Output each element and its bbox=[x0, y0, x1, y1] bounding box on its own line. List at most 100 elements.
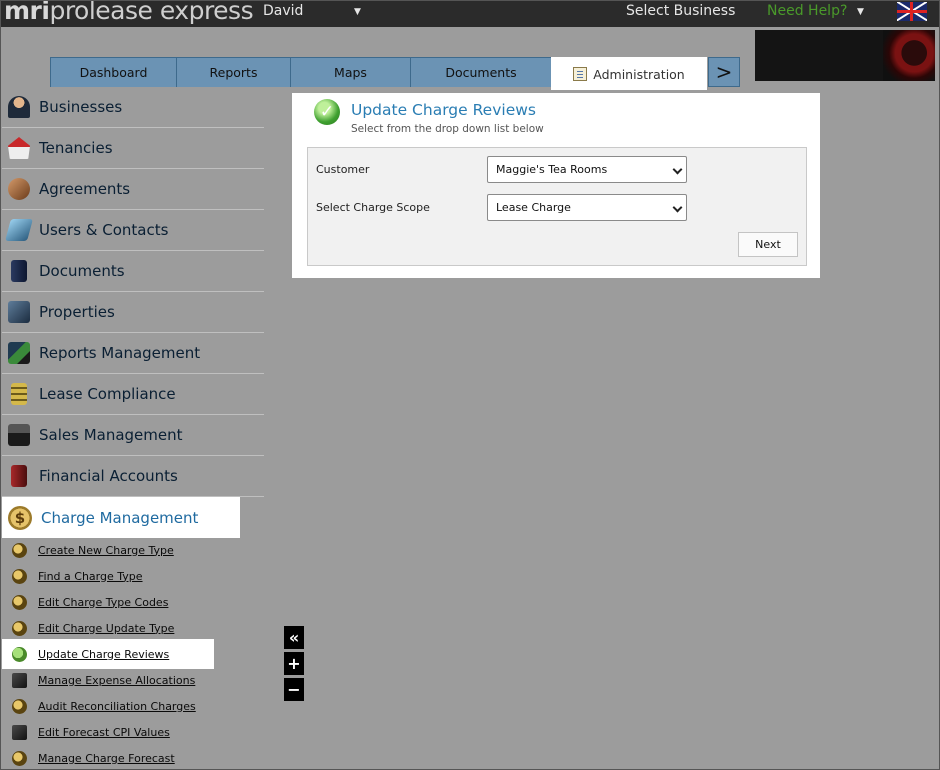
submenu-link[interactable]: Audit Reconciliation Charges bbox=[38, 700, 196, 713]
submenu-link[interactable]: Edit Charge Type Codes bbox=[38, 596, 168, 609]
sidebar-item-lease-compliance[interactable]: Lease Compliance bbox=[2, 374, 264, 415]
coin-search-icon bbox=[12, 568, 27, 584]
charge-scope-label: Select Charge Scope bbox=[316, 201, 430, 214]
sidebar-item-label: Documents bbox=[39, 262, 125, 280]
sidebar-item-reports-management[interactable]: Reports Management bbox=[2, 333, 264, 374]
sidebar-item-label: Users & Contacts bbox=[39, 221, 169, 239]
submenu-item-edit-charge-type-codes[interactable]: Edit Charge Type Codes bbox=[2, 589, 264, 615]
sidebar-item-label: Businesses bbox=[39, 98, 123, 116]
sidebar-item-label: Properties bbox=[39, 303, 115, 321]
update-charge-reviews-panel: ✓ Update Charge Reviews Select from the … bbox=[292, 93, 820, 278]
house-icon bbox=[8, 137, 30, 159]
dollar-coin-icon: $ bbox=[8, 505, 32, 530]
submenu-link[interactable]: Manage Expense Allocations bbox=[38, 674, 195, 687]
teacup-image bbox=[883, 30, 935, 81]
businessman-icon bbox=[8, 96, 30, 118]
cash-register-icon bbox=[8, 424, 30, 446]
coin-edit-icon bbox=[12, 594, 27, 610]
user-menu-chevron-down-icon[interactable]: ▼ bbox=[354, 7, 361, 17]
checklist-icon bbox=[11, 383, 27, 405]
sidebar-nav: Businesses Tenancies Agreements Users & … bbox=[2, 87, 264, 538]
panel-subtitle: Select from the drop down list below bbox=[351, 123, 544, 135]
report-chart-icon bbox=[8, 342, 30, 364]
submenu-item-edit-forecast-cpi-values[interactable]: Edit Forecast CPI Values bbox=[2, 719, 264, 745]
coin-check-icon bbox=[12, 646, 27, 662]
submenu-link[interactable]: Find a Charge Type bbox=[38, 570, 143, 583]
binder-icon bbox=[11, 260, 27, 282]
ledger-icon bbox=[11, 465, 27, 487]
sidebar-item-users-contacts[interactable]: Users & Contacts bbox=[2, 210, 264, 251]
submenu-link[interactable]: Create New Charge Type bbox=[38, 544, 174, 557]
sidebar-item-documents[interactable]: Documents bbox=[2, 251, 264, 292]
chevron-down-icon bbox=[672, 202, 683, 213]
submenu-link[interactable]: Edit Forecast CPI Values bbox=[38, 726, 170, 739]
tab-maps[interactable]: Maps bbox=[290, 57, 411, 87]
allocation-icon bbox=[12, 672, 27, 688]
sidebar-item-label: Sales Management bbox=[39, 426, 183, 444]
coin-icon bbox=[12, 542, 27, 558]
submenu-item-manage-expense-allocations[interactable]: Manage Expense Allocations bbox=[2, 667, 264, 693]
submenu-link[interactable]: Update Charge Reviews bbox=[38, 648, 169, 661]
submenu-item-update-charge-reviews[interactable]: Update Charge Reviews bbox=[2, 639, 214, 669]
sidebar-item-charge-management[interactable]: $ Charge Management bbox=[2, 497, 240, 538]
app-logo[interactable]: mriprolease express bbox=[4, 0, 254, 25]
tab-documents[interactable]: Documents bbox=[410, 57, 552, 87]
sidebar-item-label: Charge Management bbox=[41, 508, 199, 527]
sidebar-item-label: Agreements bbox=[39, 180, 131, 198]
sidebar-item-tenancies[interactable]: Tenancies bbox=[2, 128, 264, 169]
submenu-item-manage-charge-forecast[interactable]: Manage Charge Forecast bbox=[2, 745, 264, 770]
zoom-out-button[interactable]: − bbox=[284, 678, 304, 701]
uk-flag-icon[interactable] bbox=[897, 2, 927, 21]
bar-chart-icon bbox=[12, 724, 27, 740]
tab-label: Maps bbox=[334, 65, 367, 80]
sidebar-item-businesses[interactable]: Businesses bbox=[2, 87, 264, 128]
sidebar-item-financial-accounts[interactable]: Financial Accounts bbox=[2, 456, 264, 497]
chevron-down-icon bbox=[672, 164, 683, 175]
promo-banner bbox=[755, 30, 935, 81]
sidebar-item-label: Lease Compliance bbox=[39, 385, 176, 403]
charge-scope-select-value: Lease Charge bbox=[496, 201, 571, 214]
tabs-scroll-right-button[interactable]: > bbox=[708, 57, 740, 87]
coin-forecast-icon bbox=[12, 750, 27, 766]
tab-label: Reports bbox=[209, 65, 258, 80]
need-help-link[interactable]: Need Help? bbox=[767, 3, 847, 19]
logo-mri-text: mri bbox=[4, 0, 50, 25]
notepad-icon bbox=[573, 67, 588, 81]
submenu-item-create-new-charge-type[interactable]: Create New Charge Type bbox=[2, 537, 264, 563]
tab-label: Documents bbox=[445, 65, 517, 80]
tab-label: Dashboard bbox=[79, 65, 148, 80]
next-button[interactable]: Next bbox=[738, 232, 798, 257]
coin-gear-icon bbox=[12, 620, 27, 636]
handshake-icon bbox=[8, 178, 30, 200]
sidebar-item-properties[interactable]: Properties bbox=[2, 292, 264, 333]
selection-form: Customer Maggie's Tea Rooms Select Charg… bbox=[307, 147, 807, 266]
sidebar-item-sales-management[interactable]: Sales Management bbox=[2, 415, 264, 456]
tab-administration[interactable]: Administration bbox=[551, 57, 707, 90]
submenu-link[interactable]: Manage Charge Forecast bbox=[38, 752, 175, 765]
top-bar: mriprolease express David ▼ Select Busin… bbox=[0, 0, 940, 27]
tab-dashboard[interactable]: Dashboard bbox=[50, 57, 177, 87]
green-check-icon: ✓ bbox=[314, 99, 340, 125]
submenu-item-edit-charge-update-type[interactable]: Edit Charge Update Type bbox=[2, 615, 264, 641]
user-menu-label[interactable]: David bbox=[263, 3, 303, 19]
contact-card-icon bbox=[5, 219, 33, 241]
tab-reports[interactable]: Reports bbox=[176, 57, 291, 87]
sidebar-item-agreements[interactable]: Agreements bbox=[2, 169, 264, 210]
customer-select[interactable]: Maggie's Tea Rooms bbox=[487, 156, 687, 183]
tab-label: Administration bbox=[593, 66, 685, 82]
zoom-in-button[interactable]: + bbox=[284, 652, 304, 675]
logo-product-text: prolease express bbox=[49, 0, 254, 25]
submenu-item-find-a-charge-type[interactable]: Find a Charge Type bbox=[2, 563, 264, 589]
submenu-link[interactable]: Edit Charge Update Type bbox=[38, 622, 174, 635]
customer-select-value: Maggie's Tea Rooms bbox=[496, 163, 608, 176]
coin-audit-icon bbox=[12, 698, 27, 714]
building-icon bbox=[8, 301, 30, 323]
help-menu-chevron-down-icon[interactable]: ▼ bbox=[857, 7, 864, 17]
charge-scope-select[interactable]: Lease Charge bbox=[487, 194, 687, 221]
select-business-link[interactable]: Select Business bbox=[626, 3, 735, 19]
customer-label: Customer bbox=[316, 163, 370, 176]
submenu-item-audit-reconciliation-charges[interactable]: Audit Reconciliation Charges bbox=[2, 693, 264, 719]
sidebar-item-label: Reports Management bbox=[39, 344, 201, 362]
collapse-sidebar-button[interactable]: « bbox=[284, 626, 304, 649]
panel-title: Update Charge Reviews bbox=[351, 101, 536, 119]
